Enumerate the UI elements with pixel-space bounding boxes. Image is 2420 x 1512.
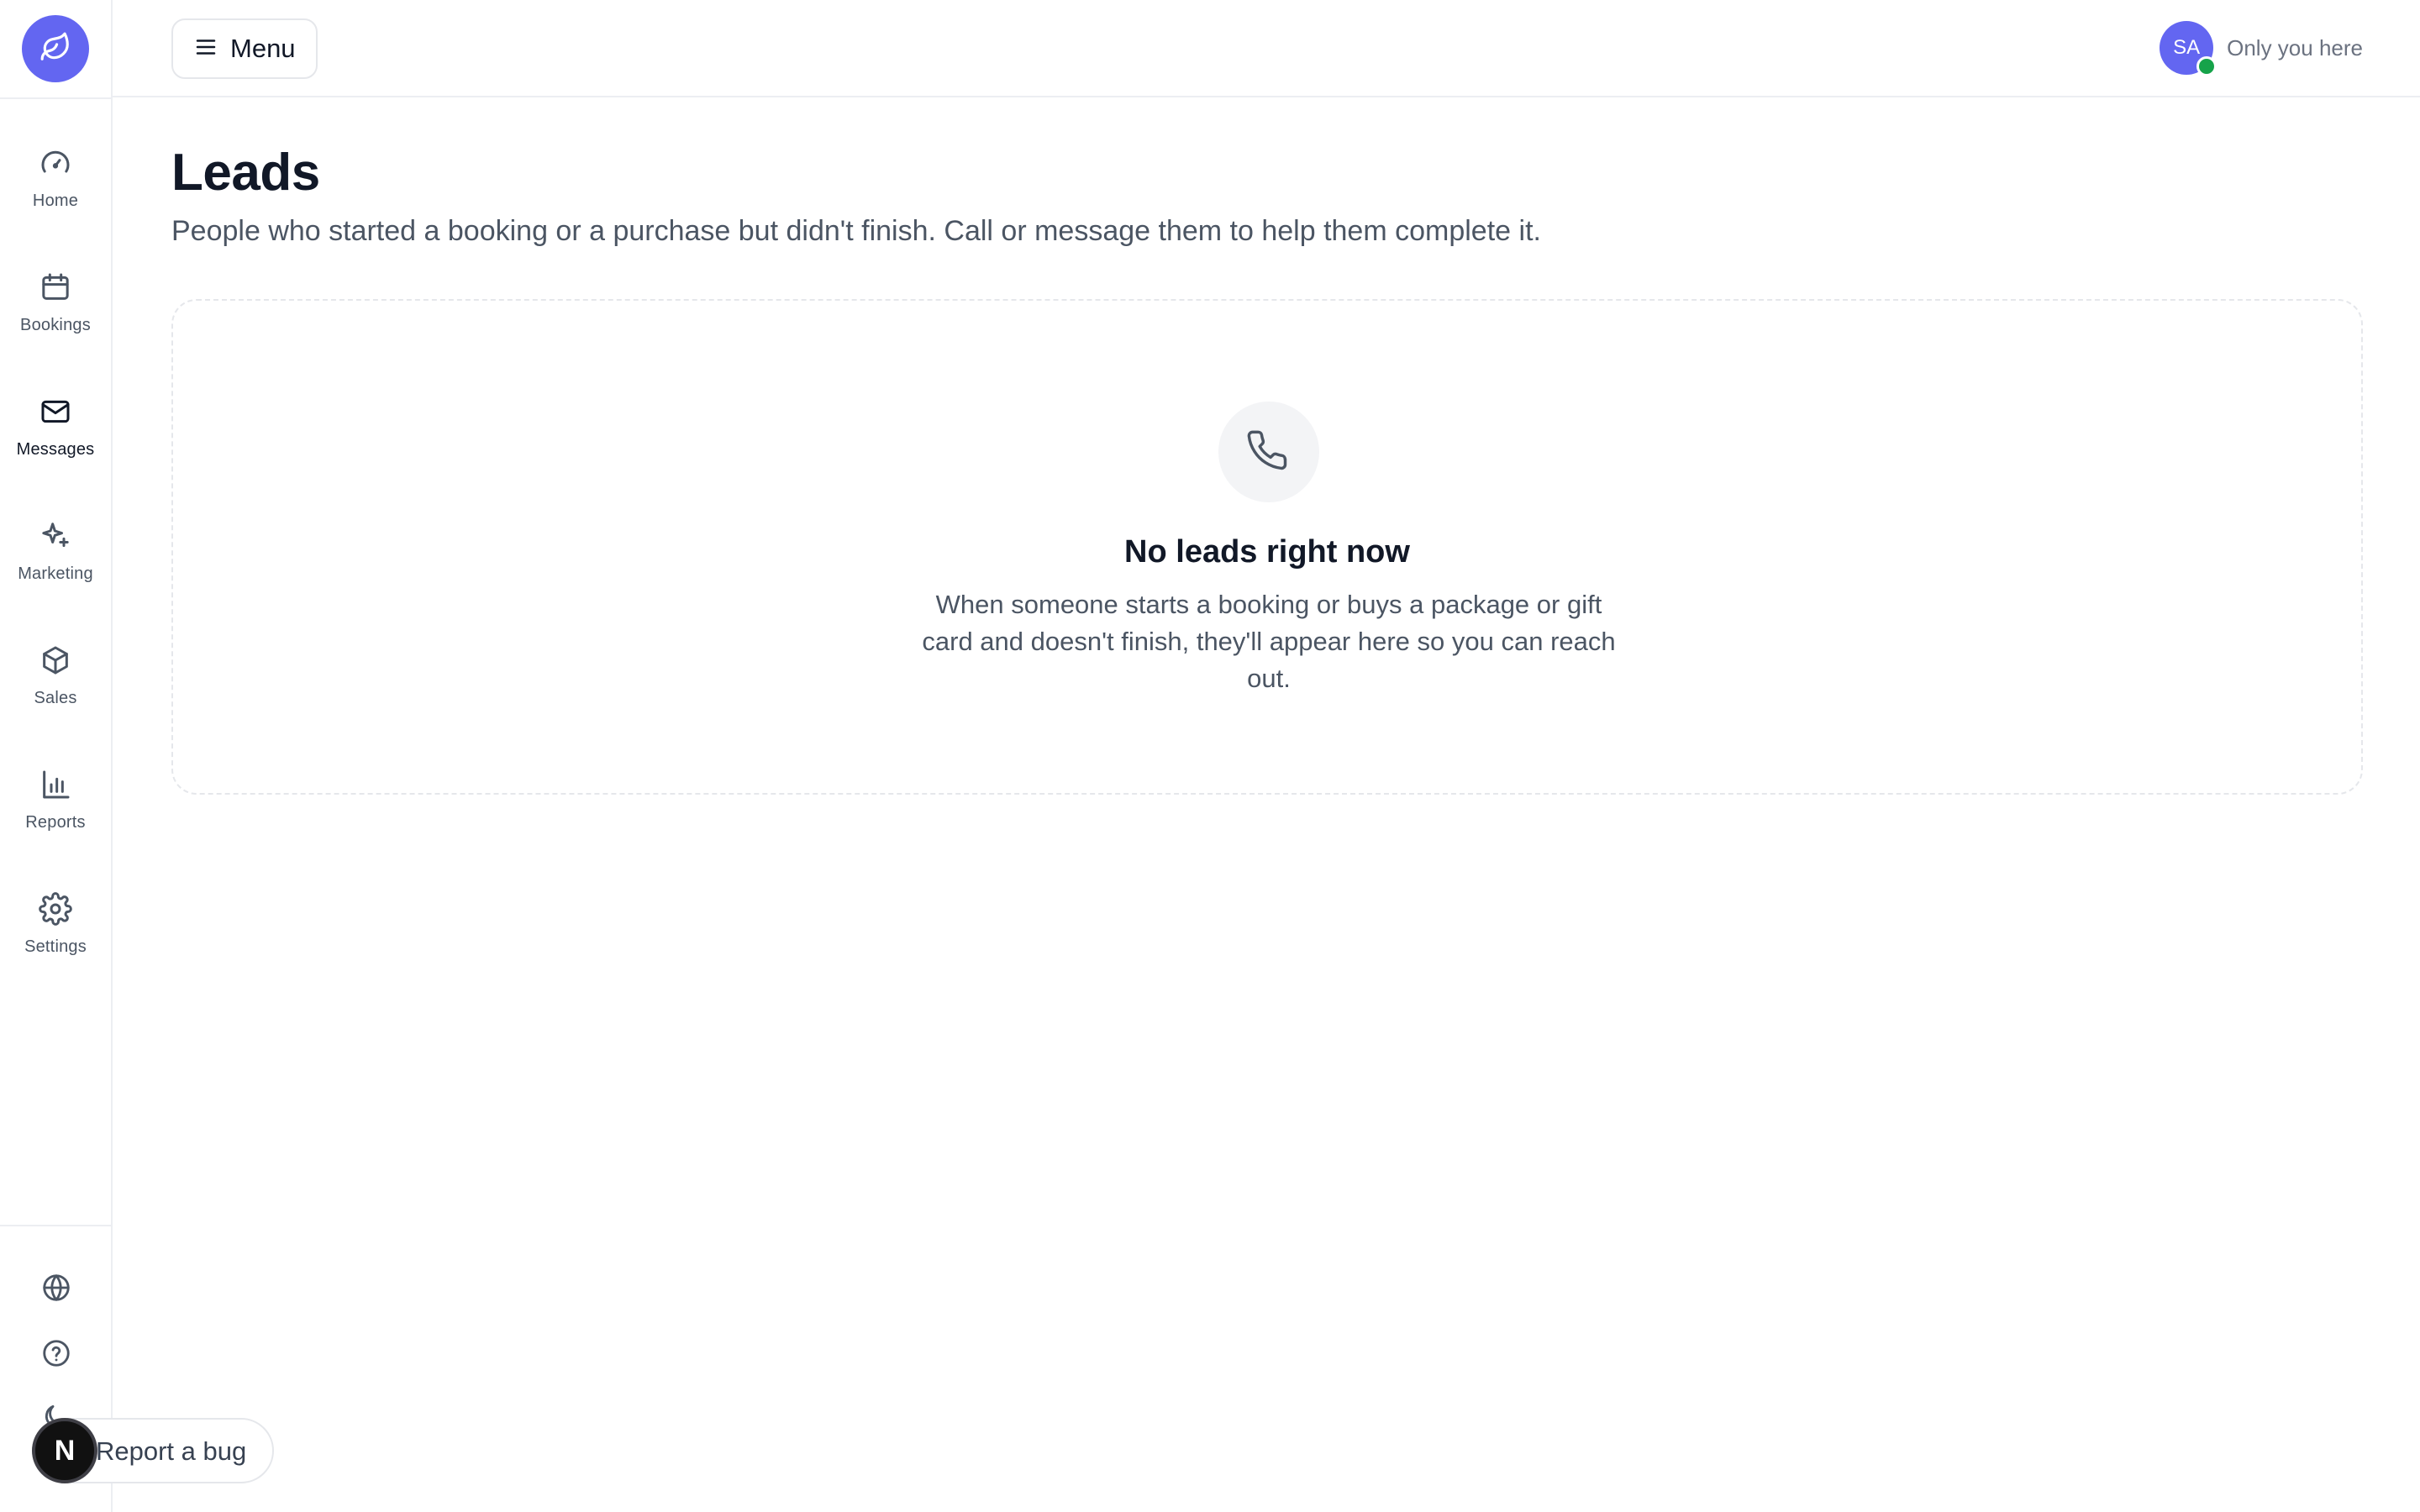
sidebar-item-sales[interactable]: Sales	[0, 596, 111, 721]
app-logo[interactable]	[22, 15, 89, 82]
sidebar-item-label: Messages	[16, 440, 95, 459]
avatar-initials: SA	[2173, 36, 2201, 59]
dev-tools-badge[interactable]: N	[32, 1418, 97, 1483]
report-bug-label: Report a bug	[96, 1436, 247, 1466]
sidebar-item-settings[interactable]: Settings	[0, 845, 111, 969]
top-header: Menu SA Only you here	[113, 0, 2420, 97]
gear-icon	[39, 892, 72, 926]
help-icon	[40, 1337, 72, 1373]
sidebar-item-messages[interactable]: Messages	[0, 348, 111, 472]
empty-state-text: When someone starts a booking or buys a …	[922, 590, 1616, 693]
user-presence: SA Only you here	[2160, 20, 2363, 76]
empty-state-card: No leads right now When someone starts a…	[171, 299, 2363, 795]
help-button[interactable]	[39, 1337, 74, 1373]
online-status-dot	[2196, 56, 2217, 76]
sidebar: Home Bookings Messages Marketing Sales R…	[0, 0, 113, 1512]
menu-button[interactable]: Menu	[171, 18, 318, 79]
box-icon	[39, 643, 72, 677]
sidebar-item-label: Sales	[34, 689, 77, 707]
sidebar-item-label: Marketing	[18, 564, 93, 583]
sidebar-item-label: Settings	[24, 937, 87, 956]
empty-state-icon-circle	[1218, 402, 1319, 502]
sidebar-item-label: Home	[32, 192, 79, 210]
avatar[interactable]: SA	[2160, 21, 2217, 76]
globe-icon	[40, 1272, 72, 1308]
presence-text: Only you here	[2227, 34, 2363, 60]
sparkles-icon	[39, 519, 72, 553]
logo-area	[0, 0, 111, 99]
hamburger-icon	[193, 34, 218, 64]
page-description: People who started a booking or a purcha…	[171, 215, 1541, 247]
leaf-icon	[39, 31, 71, 67]
report-bug-button[interactable]: N Report a bug	[32, 1418, 274, 1483]
sidebar-item-label: Bookings	[20, 316, 91, 334]
gauge-icon	[39, 146, 72, 180]
empty-state-title: No leads right now	[1124, 534, 1410, 570]
sidebar-item-reports[interactable]: Reports	[0, 721, 111, 845]
page-title: Leads	[171, 144, 320, 202]
sidebar-nav: Home Bookings Messages Marketing Sales R…	[0, 99, 111, 969]
sidebar-item-marketing[interactable]: Marketing	[0, 472, 111, 596]
app-root: Home Bookings Messages Marketing Sales R…	[0, 0, 2420, 1512]
phone-icon	[1247, 428, 1291, 476]
language-button[interactable]	[39, 1272, 74, 1307]
calendar-icon	[39, 270, 72, 304]
bar-chart-icon	[39, 768, 72, 801]
sidebar-item-home[interactable]: Home	[0, 99, 111, 223]
sidebar-item-label: Reports	[25, 813, 86, 832]
mail-icon	[39, 395, 72, 428]
sidebar-item-bookings[interactable]: Bookings	[0, 223, 111, 348]
menu-button-label: Menu	[230, 34, 296, 63]
